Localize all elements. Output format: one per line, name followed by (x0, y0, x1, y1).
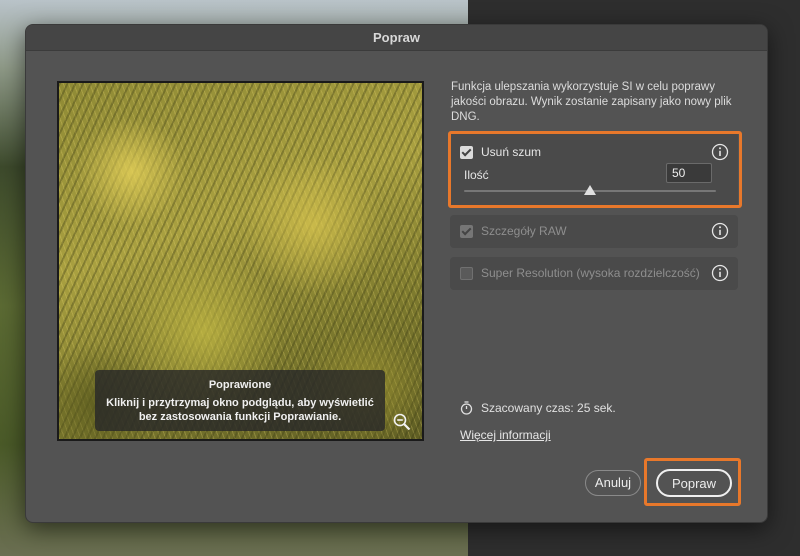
super-resolution-row: Super Resolution (wysoka rozdzielczość) (460, 266, 700, 280)
zoom-out-icon[interactable] (393, 413, 411, 431)
preview-overlay-title: Poprawione (208, 379, 272, 391)
preview-overlay: Poprawione Kliknij i przytrzymaj okno po… (95, 370, 385, 431)
dialog-description: Funkcja ulepszania wykorzystuje SI w cel… (451, 81, 732, 123)
more-info-link[interactable]: Więcej informacji (460, 428, 551, 442)
amount-slider[interactable] (464, 185, 716, 195)
super-resolution-label: Super Resolution (wysoka rozdzielczość) (481, 266, 700, 280)
super-resolution-checkbox[interactable] (460, 266, 473, 280)
info-icon[interactable] (711, 222, 729, 240)
denoise-checkbox[interactable] (460, 145, 473, 159)
dialog-titlebar: Popraw (26, 25, 767, 51)
denoise-row: Usuń szum (460, 145, 541, 159)
super-resolution-group: Super Resolution (wysoka rozdzielczość) (450, 257, 738, 290)
raw-details-checkbox[interactable] (460, 224, 473, 238)
amount-slider-thumb[interactable] (584, 185, 596, 195)
info-icon[interactable] (711, 143, 729, 161)
info-icon[interactable] (711, 264, 729, 282)
raw-details-group: Szczegóły RAW (450, 215, 738, 248)
preview-overlay-text-line2: bez zastosowania funkcji Poprawianie. (138, 411, 342, 423)
raw-details-label: Szczegóły RAW (481, 224, 567, 238)
enhance-dialog: Popraw Poprawione Kliknij i przytrzymaj … (25, 24, 768, 523)
stopwatch-icon (460, 401, 473, 415)
estimated-time-text: Szacowany czas: 25 sek. (481, 401, 616, 415)
denoise-group: Usuń szum Ilość 50 (450, 132, 738, 207)
denoise-label: Usuń szum (481, 145, 542, 159)
dialog-title: Popraw (373, 30, 420, 45)
estimated-time: Szacowany czas: 25 sek. (460, 401, 616, 415)
amount-input[interactable]: 50 (666, 163, 712, 183)
amount-label: Ilość (464, 168, 489, 182)
preview-window[interactable]: Poprawione Kliknij i przytrzymaj okno po… (57, 81, 424, 441)
preview-overlay-text-line1: Kliknij i przytrzymaj okno podglądu, aby… (106, 397, 374, 409)
raw-details-row: Szczegóły RAW (460, 224, 567, 238)
cancel-button[interactable]: Anuluj (585, 470, 641, 496)
enhance-button[interactable]: Popraw (656, 469, 732, 497)
